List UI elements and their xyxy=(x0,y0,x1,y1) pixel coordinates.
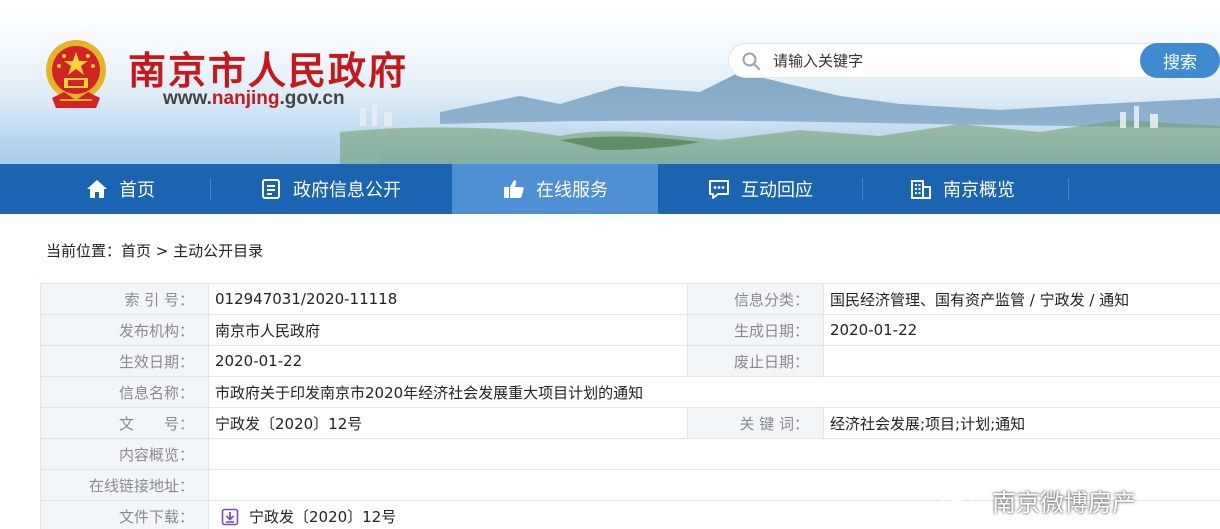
search-button[interactable]: 搜索 xyxy=(1140,43,1220,78)
building-icon xyxy=(911,180,931,199)
national-emblem-icon xyxy=(46,40,106,108)
keywords-label: 关 键 词： xyxy=(687,407,824,439)
weibo-watermark: 南京微博房产 xyxy=(940,478,1136,522)
breadcrumb-current-link[interactable]: 主动公开目录 xyxy=(173,242,263,260)
info-name-value: 市政府关于印发南京市2020年经济社会发展重大项目计划的通知 xyxy=(208,376,1220,408)
url-highlight: nanjing xyxy=(211,88,280,109)
main-nav: 首页 政府信息公开 在线服务 互动回应 南京概览 xyxy=(0,164,1220,214)
effective-date-label: 生效日期： xyxy=(40,345,209,377)
table-row: 信息名称： 市政府关于印发南京市2020年经济社会发展重大项目计划的通知 xyxy=(40,376,1220,408)
nav-item-nanjing-overview[interactable]: 南京概览 xyxy=(882,164,1042,214)
download-icon[interactable] xyxy=(221,508,239,526)
breadcrumb-home-link[interactable]: 首页 xyxy=(121,242,151,260)
nav-label-interaction: 互动回应 xyxy=(741,180,813,201)
breadcrumb-prefix: 当前位置： xyxy=(46,242,122,260)
nav-divider xyxy=(862,178,863,200)
document-number-label: 文 号： xyxy=(40,407,209,439)
summary-value xyxy=(208,438,1220,470)
watermark-text: 南京微博房产 xyxy=(992,488,1136,517)
created-date-value: 2020-01-22 xyxy=(823,314,1220,346)
publisher-label: 发布机构： xyxy=(40,314,209,346)
nav-divider xyxy=(1068,178,1069,200)
file-download-label: 文件下载： xyxy=(40,500,209,529)
nav-divider xyxy=(210,178,211,200)
thumbs-up-icon xyxy=(504,180,524,198)
nav-item-home[interactable]: 首页 xyxy=(55,164,185,214)
site-url: www.nanjing.gov.cn xyxy=(163,88,345,110)
file-download-link[interactable]: 宁政发〔2020〕12号 xyxy=(249,508,396,526)
nav-item-gov-info[interactable]: 政府信息公开 xyxy=(230,164,430,214)
chat-icon xyxy=(709,180,729,199)
created-date-label: 生成日期： xyxy=(687,314,824,346)
search-input[interactable] xyxy=(773,49,1133,73)
nav-label-nanjing-overview: 南京概览 xyxy=(943,180,1015,201)
category-label: 信息分类： xyxy=(687,283,824,315)
table-row: 生效日期： 2020-01-22 废止日期： xyxy=(40,345,1220,377)
online-link-label: 在线链接地址： xyxy=(40,469,209,501)
info-name-label: 信息名称： xyxy=(40,376,209,408)
url-prefix: www. xyxy=(163,88,212,109)
abolished-date-label: 废止日期： xyxy=(687,345,824,377)
document-number-value: 宁政发〔2020〕12号 xyxy=(208,407,688,439)
breadcrumb-separator: > xyxy=(151,242,174,260)
search-icon xyxy=(742,52,761,71)
nav-label-gov-info: 政府信息公开 xyxy=(293,180,401,201)
url-suffix: .gov.cn xyxy=(279,88,345,109)
abolished-date-value xyxy=(823,345,1220,377)
table-row: 文 号： 宁政发〔2020〕12号 关 键 词： 经济社会发展;项目;计划;通知 xyxy=(40,407,1220,439)
site-header: 南京市人民政府 www.nanjing.gov.cn 搜索 xyxy=(0,0,1220,164)
table-row: 发布机构： 南京市人民政府 生成日期： 2020-01-22 xyxy=(40,314,1220,346)
publisher-value: 南京市人民政府 xyxy=(208,314,688,346)
breadcrumb: 当前位置：首页 > 主动公开目录 xyxy=(46,240,263,261)
nav-label-home: 首页 xyxy=(119,180,155,201)
category-value: 国民经济管理、国有资产监管 / 宁政发 / 通知 xyxy=(823,283,1220,315)
home-icon xyxy=(87,180,107,198)
effective-date-value: 2020-01-22 xyxy=(208,345,688,377)
nav-item-interaction[interactable]: 互动回应 xyxy=(680,164,840,214)
weibo-logo-icon xyxy=(940,486,981,517)
nav-label-online-service: 在线服务 xyxy=(536,180,608,201)
index-number-value: 012947031/2020-11118 xyxy=(208,283,688,315)
keywords-value: 经济社会发展;项目;计划;通知 xyxy=(823,407,1220,439)
index-number-label: 索 引 号： xyxy=(40,283,209,315)
nav-item-online-service[interactable]: 在线服务 xyxy=(452,164,658,214)
document-icon xyxy=(262,179,280,199)
summary-label: 内容概览： xyxy=(40,438,209,470)
site-title: 南京市人民政府 xyxy=(128,49,409,93)
table-row: 内容概览： xyxy=(40,438,1220,470)
table-row: 索 引 号： 012947031/2020-11118 信息分类： 国民经济管理… xyxy=(40,283,1220,315)
